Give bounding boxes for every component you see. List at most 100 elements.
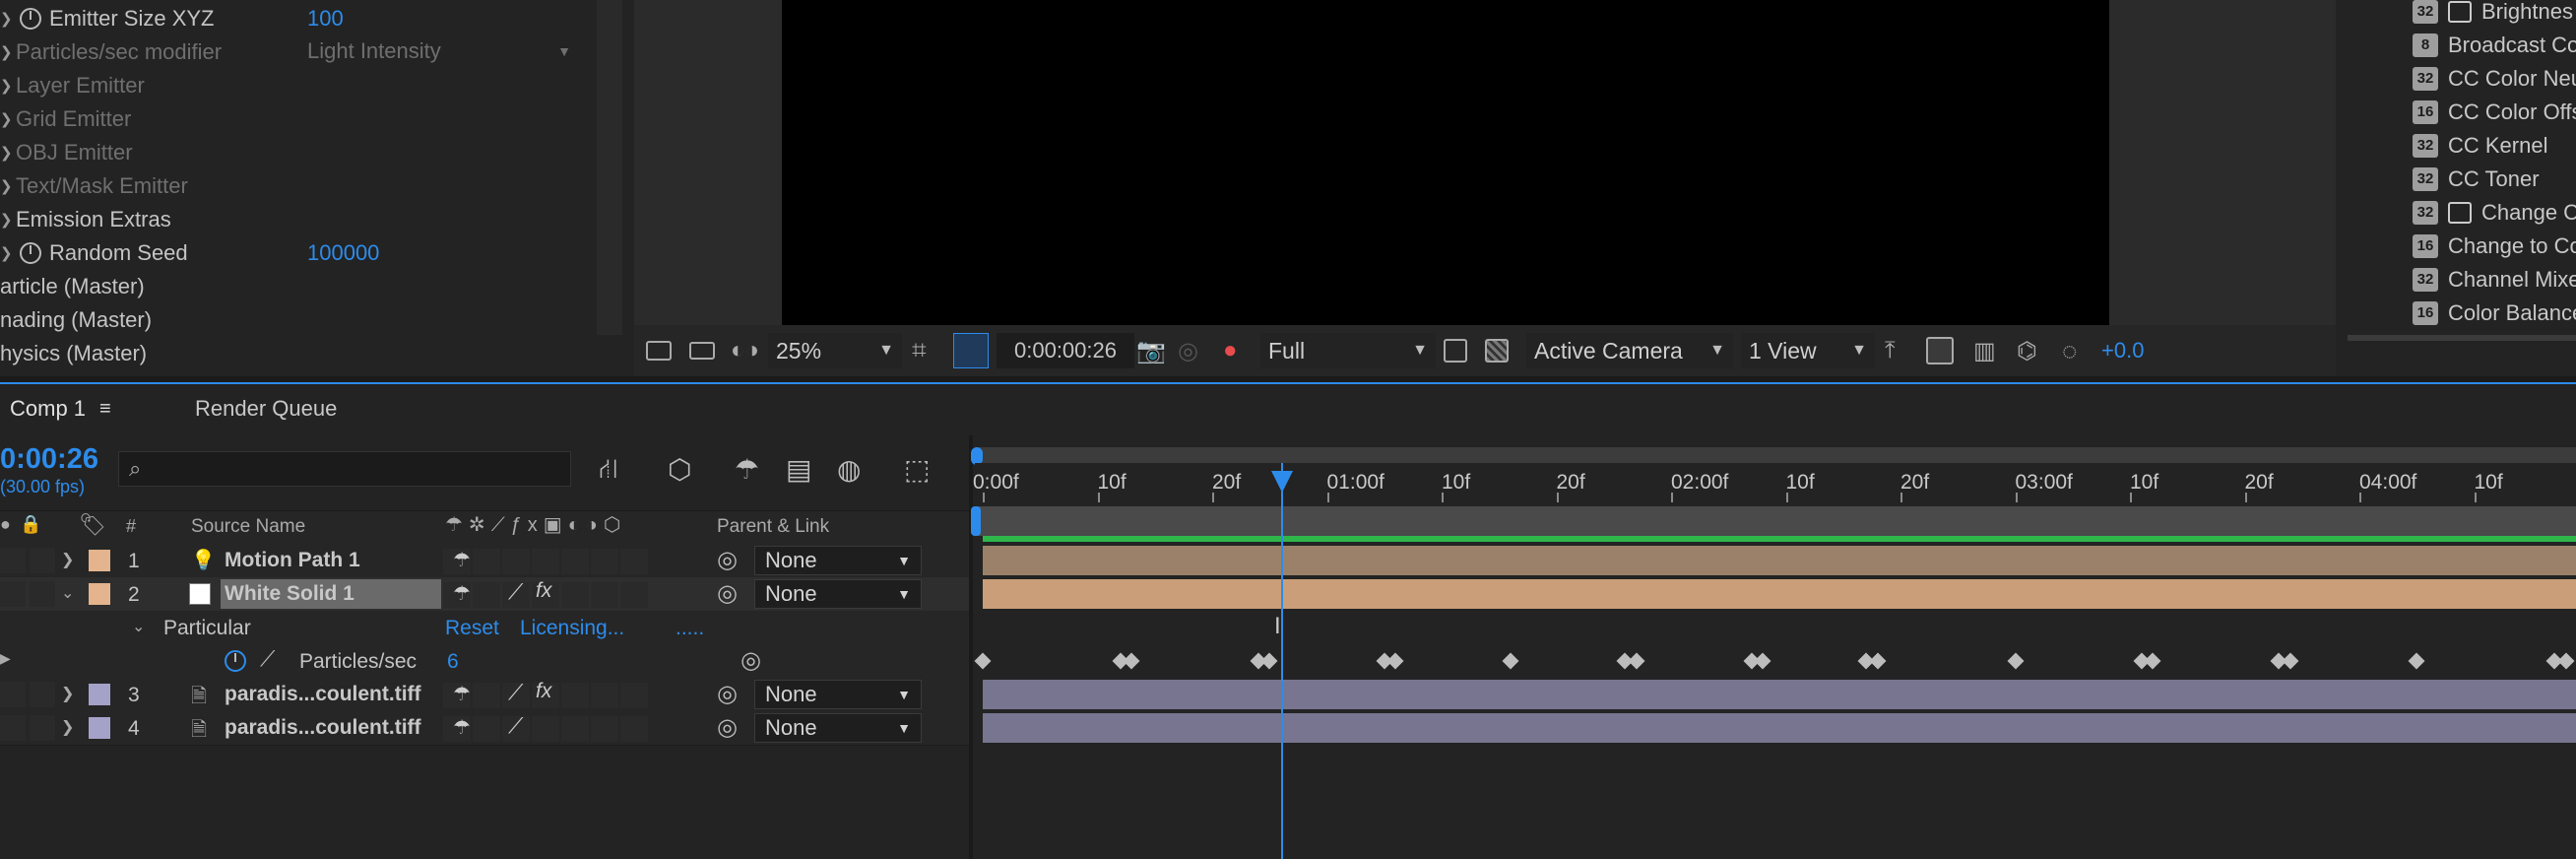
layer-switch-cell[interactable] <box>591 716 618 742</box>
video-switch[interactable] <box>0 548 26 573</box>
stopwatch-icon[interactable] <box>20 242 41 264</box>
show-snapshot-icon[interactable]: ◎ <box>1178 327 1198 374</box>
graph-icon[interactable]: ⟋ <box>260 646 275 672</box>
lock-switch[interactable] <box>30 715 55 741</box>
transparency-grid-button[interactable] <box>953 327 989 374</box>
effects-list-scrollbar[interactable] <box>2348 335 2576 341</box>
property-row-particles-sec[interactable]: ▶ ⟋ Particles/sec 6 ◎ <box>0 644 973 678</box>
layer-row[interactable]: ❯ 1 💡 Motion Path 1 ☂ ◎ None ▼ <box>0 544 973 578</box>
effect-list-item[interactable]: 32 CC Color Neu <box>2348 62 2576 96</box>
effect-list-item[interactable]: 32 Channel Mixe <box>2348 263 2576 297</box>
shy-anchor-icon[interactable]: ☂ <box>453 715 471 740</box>
composition-flowchart-icon[interactable]: ⛙ <box>599 453 618 489</box>
stopwatch-icon[interactable] <box>225 650 246 672</box>
twirl-down-icon[interactable]: ⌄ <box>61 583 74 603</box>
playhead-handle[interactable] <box>1270 471 1293 493</box>
quality-slash-icon[interactable]: ⟋ <box>508 579 523 605</box>
toggle-pixel-aspect-icon[interactable]: ⤒ <box>1885 327 1896 374</box>
lock-switch[interactable] <box>30 581 55 607</box>
effect-list-item[interactable]: 32 CC Toner <box>2348 163 2540 196</box>
graph-editor-icon[interactable]: ⬚ <box>904 453 930 486</box>
layer-name[interactable]: paradis...coulent.tiff <box>221 713 441 743</box>
work-area-bar[interactable] <box>975 506 2576 536</box>
stopwatch-icon[interactable] <box>20 8 41 30</box>
pick-whip-icon[interactable]: ◎ <box>717 546 738 574</box>
reset-exposure-icon[interactable]: ◌ <box>2062 327 2077 374</box>
region-of-interest-icon[interactable]: ⌗ <box>912 327 927 374</box>
layer-switch-cell[interactable] <box>620 582 648 608</box>
mask-view-icon[interactable]: ◐◑ <box>731 327 759 374</box>
layer-switch-cell[interactable] <box>532 549 559 574</box>
shy-anchor-icon[interactable]: ☂ <box>453 548 471 572</box>
property-value[interactable]: 6 <box>447 650 459 674</box>
pick-whip-icon[interactable]: ◎ <box>717 680 738 708</box>
layer-switch-cell[interactable] <box>473 683 500 708</box>
layer-switch-cell[interactable] <box>473 549 500 574</box>
layer-switch-cell[interactable] <box>473 582 500 608</box>
twirl-arrow-icon[interactable]: ❯ <box>0 177 16 195</box>
twirl-arrow-icon[interactable]: ❯ <box>0 244 16 262</box>
effect-list-item[interactable]: 32 Change C <box>2348 196 2576 230</box>
keyframe-nav-icon[interactable]: ▶ <box>0 650 11 667</box>
twirl-arrow-icon[interactable]: ❯ <box>0 211 16 229</box>
twirl-right-icon[interactable]: ❯ <box>61 717 74 737</box>
effect-property-value[interactable]: 100000 <box>307 240 379 266</box>
panel-divider[interactable] <box>969 435 973 859</box>
panel-menu-icon[interactable]: ≡ <box>99 398 111 421</box>
frame-blending-icon[interactable]: ▤ <box>786 453 811 486</box>
layer-switch-cell[interactable] <box>591 549 618 574</box>
layer-duration-bar[interactable] <box>983 713 2576 743</box>
parent-dropdown[interactable]: None ▼ <box>754 546 922 575</box>
video-switch[interactable] <box>0 682 26 707</box>
camera-snapshot-icon[interactable]: 📷 <box>1136 327 1166 374</box>
layer-switch-cell[interactable] <box>532 716 559 742</box>
tab-render-queue[interactable]: Render Queue <box>195 384 337 433</box>
lock-switch[interactable] <box>30 548 55 573</box>
fx-icon[interactable]: fx <box>536 680 551 703</box>
lock-switch[interactable] <box>30 682 55 707</box>
twirl-arrow-icon[interactable]: ❯ <box>0 43 16 61</box>
label-color-swatch[interactable] <box>89 684 110 705</box>
layer-switch-cell[interactable] <box>561 683 589 708</box>
parent-dropdown[interactable]: None ▼ <box>754 680 922 709</box>
layer-switch-cell[interactable] <box>561 716 589 742</box>
effect-list-item[interactable]: 32 Brightnes <box>2348 0 2573 29</box>
flowchart-icon[interactable]: ⌬ <box>2017 327 2037 374</box>
reset-link[interactable]: Reset <box>445 617 499 640</box>
twirl-arrow-icon[interactable]: ❯ <box>0 144 16 162</box>
twirl-right-icon[interactable]: ❯ <box>61 550 74 569</box>
effect-list-item[interactable]: 8 Broadcast Co <box>2348 29 2576 62</box>
layer-switch-cell[interactable] <box>473 716 500 742</box>
layer-name[interactable]: Motion Path 1 <box>221 546 441 575</box>
shy-anchor-icon[interactable]: ☂ <box>453 581 471 606</box>
video-switch[interactable] <box>0 581 26 607</box>
view-layout-dropdown[interactable]: 1 View ▼ <box>1741 327 1875 374</box>
parent-link-header[interactable]: Parent & Link <box>717 516 829 538</box>
effect-controls-scrollbar[interactable] <box>597 0 622 335</box>
zoom-dropdown[interactable]: 25% ▼ <box>768 327 902 374</box>
current-time-display[interactable]: 0:00:26 <box>0 443 98 476</box>
effect-list-item[interactable]: 16 CC Color Offs <box>2348 96 2576 129</box>
fast-draft-icon[interactable] <box>1926 327 1954 374</box>
source-name-header[interactable]: Source Name <box>191 516 305 538</box>
layer-switch-cell[interactable] <box>561 549 589 574</box>
twirl-down-icon[interactable]: ⌄ <box>132 617 145 636</box>
quality-slash-icon[interactable]: ⟋ <box>508 713 523 739</box>
playhead-line[interactable] <box>1280 463 1283 859</box>
effect-options-link[interactable]: ..... <box>676 617 704 640</box>
expression-pick-whip-icon[interactable]: ◎ <box>741 646 761 675</box>
shy-anchor-icon[interactable]: ☂ <box>453 682 471 706</box>
layer-switch-cell[interactable] <box>591 683 618 708</box>
twirl-arrow-icon[interactable]: ❯ <box>0 10 16 28</box>
layer-switch-cell[interactable] <box>591 582 618 608</box>
viewer-timecode[interactable]: 0:00:00:26 <box>997 333 1134 368</box>
twirl-right-icon[interactable]: ❯ <box>61 684 74 703</box>
layer-name[interactable]: White Solid 1 <box>221 579 441 609</box>
licensing-link[interactable]: Licensing... <box>520 617 624 640</box>
fast-previews-icon[interactable] <box>1444 327 1467 374</box>
layer-row[interactable]: ❯ 3 🗎 paradis...coulent.tiff ☂ ⟋ fx ◎ None ▼ <box>0 678 973 712</box>
parent-dropdown[interactable]: None ▼ <box>754 579 922 609</box>
timeline-search-input[interactable]: ⌕ <box>118 451 571 487</box>
layer-switch-cell[interactable] <box>502 549 530 574</box>
monitor-icon[interactable] <box>689 327 715 374</box>
